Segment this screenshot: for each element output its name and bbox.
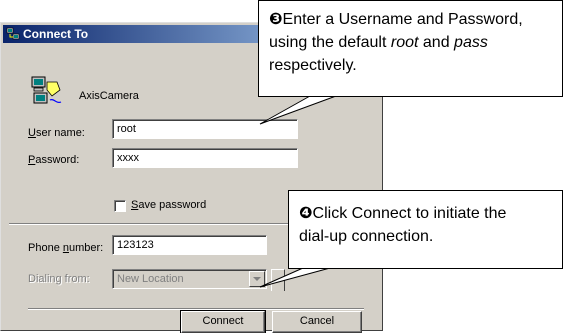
callout-step-3: ❸Enter a Username and Password, using th… bbox=[258, 0, 563, 97]
callout-step-4-line-1: ❹Click Connect to initiate the bbox=[299, 205, 507, 222]
callout-step-4-line-2: dial-up connection. bbox=[299, 228, 434, 245]
callout-step-3-line-1: ❸Enter a Username and Password, bbox=[269, 11, 523, 28]
callout-step-3-line-3: respectively. bbox=[269, 57, 357, 74]
callout-step-4: ❹Click Connect to initiate the dial-up c… bbox=[288, 190, 563, 269]
callout-step-3-line-2: using the default root and pass bbox=[269, 34, 488, 51]
